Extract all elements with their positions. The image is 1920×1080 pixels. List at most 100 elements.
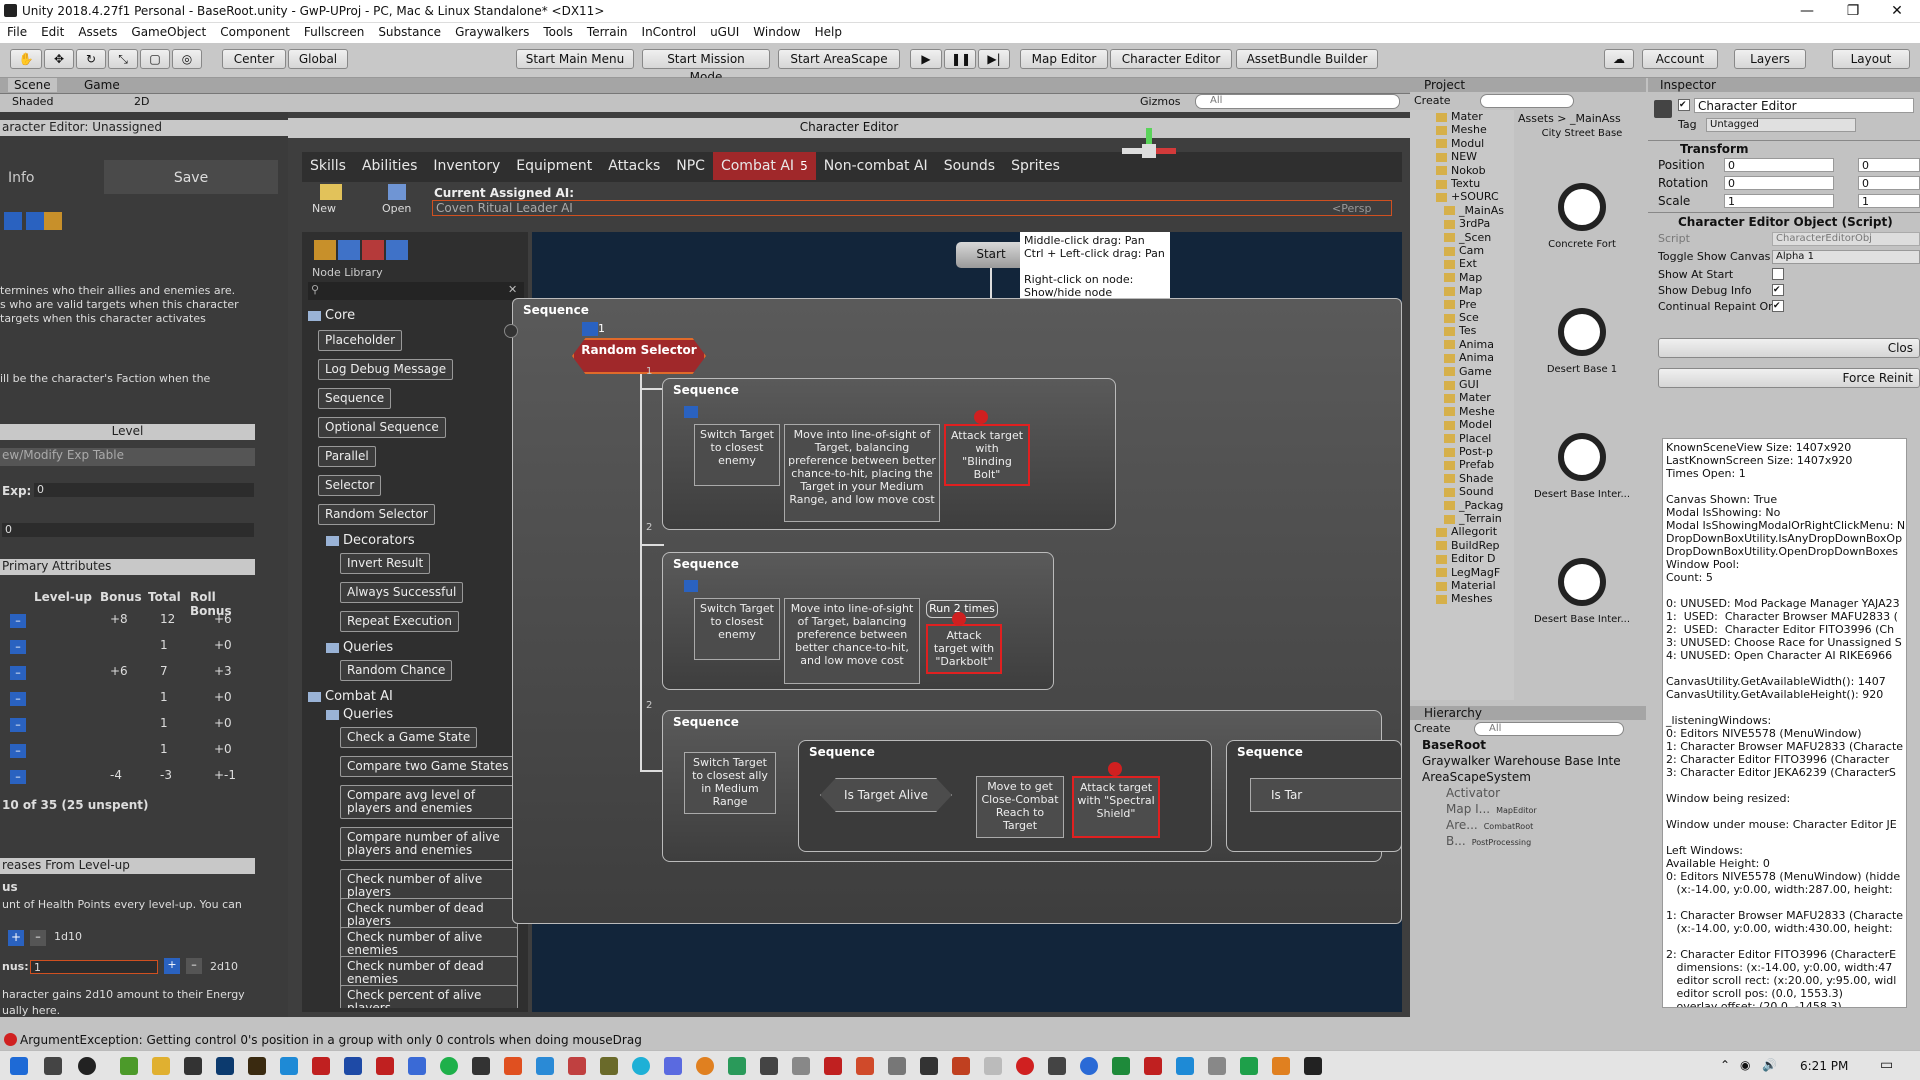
- assetbundle-builder-button[interactable]: AssetBundle Builder: [1236, 49, 1378, 69]
- project-folder[interactable]: Post-p: [1444, 445, 1493, 458]
- close-editor-button[interactable]: Clos: [1658, 338, 1920, 358]
- unity-asset-icon[interactable]: [1558, 433, 1606, 481]
- word-icon[interactable]: [344, 1057, 362, 1075]
- move-node[interactable]: Move to get Close-Combat Reach to Target: [976, 776, 1064, 838]
- asset-label[interactable]: City Street Base: [1518, 128, 1646, 139]
- is-target-alive-node[interactable]: Is Tar: [1250, 778, 1402, 812]
- project-folder[interactable]: GUI: [1444, 378, 1479, 391]
- switch-target-node[interactable]: Switch Target to closest ally in Medium …: [684, 752, 776, 814]
- search-icon[interactable]: [44, 1057, 62, 1075]
- open-button[interactable]: Open: [382, 202, 411, 215]
- library-node-item[interactable]: Compare two Game States: [340, 756, 516, 777]
- project-folder[interactable]: Editor D: [1436, 552, 1496, 565]
- remove-bonus-button[interactable]: –: [186, 958, 202, 974]
- project-folder[interactable]: Pre: [1444, 298, 1477, 311]
- library-node-item[interactable]: Always Successful: [340, 582, 464, 603]
- library-folder-core[interactable]: Core: [308, 308, 355, 323]
- clear-search-icon[interactable]: ✕: [508, 283, 517, 296]
- network-icon[interactable]: ◉: [1740, 1058, 1750, 1072]
- tray-chevron-icon[interactable]: ⌃: [1720, 1058, 1730, 1072]
- unity-asset-icon[interactable]: [1558, 308, 1606, 356]
- library-node-item[interactable]: Random Selector: [318, 504, 435, 525]
- level-field[interactable]: 0: [2, 523, 254, 537]
- tab-attacks[interactable]: Attacks: [600, 152, 668, 180]
- hierarchy-item[interactable]: Graywalker Warehouse Base Inte: [1422, 754, 1630, 769]
- menu-edit[interactable]: Edit: [34, 23, 71, 41]
- gear-icon[interactable]: [26, 212, 44, 230]
- hierarchy-item[interactable]: B... PostProcessing: [1446, 834, 1630, 849]
- rotate-tool-button[interactable]: ↻: [76, 49, 106, 69]
- xbox-icon[interactable]: [1112, 1057, 1130, 1075]
- bonus-field[interactable]: 1: [30, 960, 158, 974]
- tab-sprites[interactable]: Sprites: [1003, 152, 1068, 180]
- position-x-field[interactable]: 0: [1724, 158, 1834, 172]
- attack-node[interactable]: Attack target with "Darkbolt": [926, 624, 1002, 674]
- cloud-icon[interactable]: ☁: [1604, 49, 1634, 69]
- project-folder[interactable]: Material: [1436, 579, 1496, 592]
- library-node-item[interactable]: Sequence: [318, 388, 392, 409]
- move-node[interactable]: Move into line-of-sight of Target, balan…: [784, 598, 920, 684]
- force-reinit-button[interactable]: Force Reinit: [1658, 368, 1920, 388]
- library-folder-combat-queries[interactable]: Queries: [326, 707, 393, 722]
- app-icon[interactable]: [952, 1057, 970, 1075]
- position-y-field[interactable]: 0: [1858, 158, 1920, 172]
- hierarchy-item[interactable]: Map I... MapEditor: [1446, 802, 1630, 817]
- project-folder[interactable]: Mater: [1444, 391, 1491, 404]
- menu-graywalkers[interactable]: Graywalkers: [448, 23, 536, 41]
- project-folder[interactable]: BuildRep: [1436, 539, 1500, 552]
- hierarchy-item[interactable]: AreaScapeSystem: [1422, 770, 1630, 785]
- library-folder-combat-ai[interactable]: Combat AI: [308, 689, 393, 704]
- start-areascape-button[interactable]: Start AreaScape: [778, 49, 900, 69]
- library-folder-decorators[interactable]: Decorators: [326, 533, 415, 548]
- exp-field[interactable]: 0: [34, 483, 254, 497]
- project-folder[interactable]: _MainAs: [1444, 204, 1504, 217]
- transform-tool-button[interactable]: ◎: [172, 49, 202, 69]
- edge-icon[interactable]: [632, 1057, 650, 1075]
- error-message[interactable]: ArgumentException: Getting control 0's p…: [20, 1033, 642, 1047]
- unity-asset-icon[interactable]: [1558, 183, 1606, 231]
- project-search-input[interactable]: [1480, 94, 1574, 108]
- settings-icon[interactable]: [4, 212, 22, 230]
- app-icon[interactable]: [312, 1057, 330, 1075]
- tab-game[interactable]: Game: [78, 78, 126, 92]
- project-folder[interactable]: Meshes: [1436, 592, 1492, 605]
- menu-incontrol[interactable]: InControl: [635, 23, 704, 41]
- mail-icon[interactable]: [984, 1057, 1002, 1075]
- project-folder[interactable]: Modul: [1436, 137, 1484, 150]
- clock[interactable]: 6:21 PM: [1800, 1059, 1848, 1073]
- project-folder[interactable]: Tes: [1444, 324, 1476, 337]
- decrease-level-button[interactable]: –: [10, 614, 26, 628]
- project-folder[interactable]: _Scen: [1444, 231, 1491, 244]
- scene-gizmo[interactable]: [1118, 128, 1178, 172]
- asset-label[interactable]: Desert Base Inter...: [1518, 489, 1646, 500]
- task-view-icon[interactable]: [78, 1057, 96, 1075]
- tab-abilities[interactable]: Abilities: [354, 152, 425, 180]
- add-bonus-button[interactable]: +: [164, 958, 180, 974]
- pivot-global-button[interactable]: Global: [288, 49, 348, 69]
- component-header[interactable]: Character Editor Object (Script): [1678, 215, 1893, 229]
- home-icon[interactable]: [362, 240, 384, 260]
- unity-icon[interactable]: [472, 1057, 490, 1075]
- random-selector-node[interactable]: Random Selector: [572, 338, 706, 374]
- project-folder[interactable]: Sound: [1444, 485, 1494, 498]
- save-button[interactable]: Save: [104, 160, 278, 194]
- graph-canvas[interactable]: Start Middle-click drag: Pan Ctrl + Left…: [504, 232, 1402, 1012]
- netflix-icon[interactable]: [1144, 1057, 1162, 1075]
- app-icon[interactable]: [792, 1057, 810, 1075]
- app-icon[interactable]: [1240, 1057, 1258, 1075]
- library-node-item[interactable]: Random Chance: [340, 660, 453, 681]
- start-node[interactable]: Start: [956, 242, 1026, 268]
- project-create-button[interactable]: Create: [1414, 94, 1451, 107]
- info-tab[interactable]: Info: [0, 160, 100, 194]
- discord-icon[interactable]: [664, 1057, 682, 1075]
- start-main-menu-button[interactable]: Start Main Menu: [516, 49, 634, 69]
- project-folder[interactable]: +SOURC: [1436, 190, 1499, 203]
- app-icon[interactable]: [1080, 1057, 1098, 1075]
- gameobject-name-field[interactable]: Character Editor: [1694, 98, 1914, 113]
- switch-target-node[interactable]: Switch Target to closest enemy: [694, 598, 780, 660]
- library-node-item[interactable]: Optional Sequence: [318, 417, 446, 438]
- app-icon[interactable]: [1048, 1057, 1066, 1075]
- rotation-y-field[interactable]: 0: [1858, 176, 1920, 190]
- library-icon[interactable]: [314, 240, 336, 260]
- add-dice-button[interactable]: +: [8, 930, 24, 946]
